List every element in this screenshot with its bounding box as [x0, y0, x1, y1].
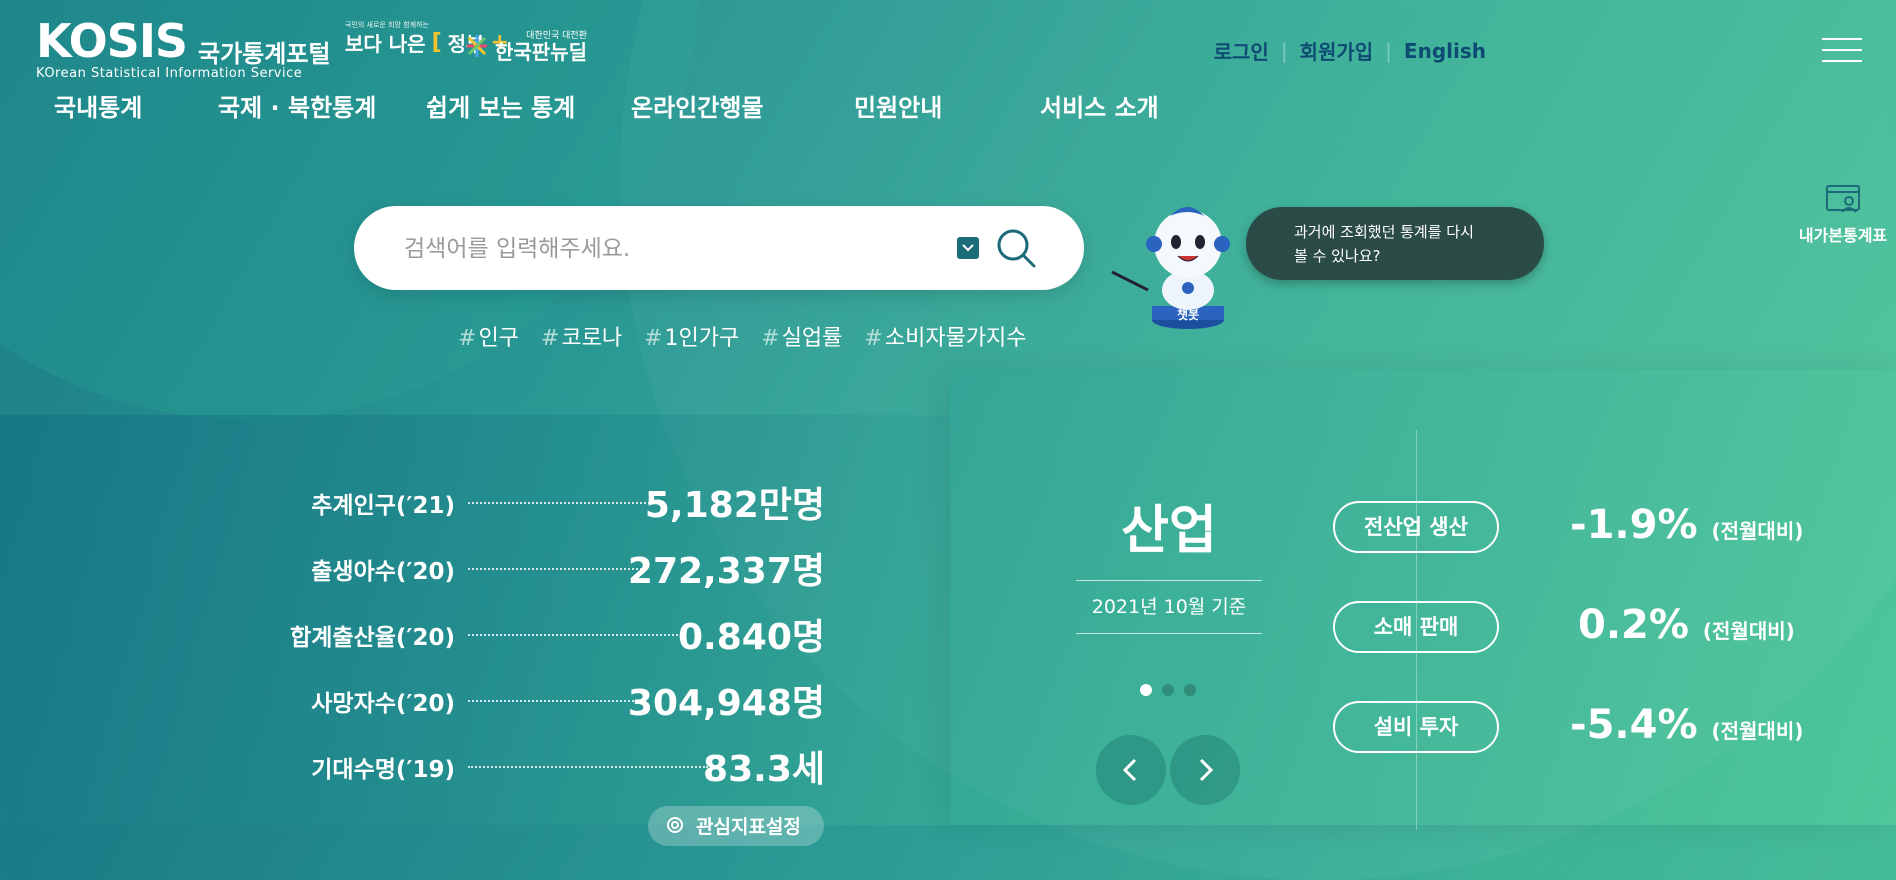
gear-icon [667, 817, 683, 833]
gov-logo-text-a: 보다 나은 [345, 32, 426, 56]
stat-row[interactable]: 추계인구(′21) 5,182만명 [0, 480, 825, 526]
viewed-table-icon [1826, 185, 1860, 213]
slide-dot[interactable] [1184, 684, 1196, 696]
newdeal-mark-icon [467, 34, 487, 57]
chatbot-bubble[interactable]: 과거에 조회했던 통계를 다시 볼 수 있나요? [1246, 207, 1544, 280]
stat-row[interactable]: 출생아수(′20) 272,337명 [0, 546, 825, 592]
search-box [354, 206, 1084, 290]
industry-title: 산업 [1121, 501, 1217, 561]
nav-domestic-stats[interactable]: 국내통계 [54, 88, 142, 123]
bubble-line: 과거에 조회했던 통계를 다시 [1294, 223, 1474, 241]
stat-row[interactable]: 기대수명(′19) 83.3세 [0, 744, 825, 790]
newdeal-logo[interactable]: 대한민국 대전환 한국판뉴딜 [463, 28, 587, 63]
nav-international-stats[interactable]: 국제 · 북한통계 [218, 88, 376, 123]
signup-link[interactable]: 회원가입 [1300, 36, 1374, 65]
stat-dots [468, 634, 686, 636]
login-link[interactable]: 로그인 [1214, 36, 1269, 65]
chatbot-mascot-icon[interactable]: 챗봇 [1108, 202, 1238, 332]
slide-dot[interactable] [1162, 684, 1174, 696]
logo-korean: 국가통계포털 [198, 40, 331, 68]
prev-slide-button[interactable] [1096, 735, 1166, 805]
stat-label: 합계출산율(′20) [290, 625, 455, 651]
stat-value: 304,948명 [627, 683, 825, 724]
slide-dot[interactable] [1140, 684, 1152, 696]
stat-value: 83.3세 [703, 749, 825, 790]
next-slide-button[interactable] [1170, 735, 1240, 805]
stat-dots [468, 766, 708, 768]
util-separator: | [1280, 38, 1288, 63]
search-input[interactable] [402, 228, 886, 270]
stat-label: 기대수명(′19) [311, 757, 455, 783]
industry-item-label[interactable]: 전산업 생산 [1333, 501, 1499, 553]
my-viewed-tables[interactable]: 내가본통계표 [1794, 184, 1892, 246]
english-link[interactable]: English [1404, 39, 1486, 63]
stat-dots [468, 502, 654, 504]
stat-row[interactable]: 합계출산율(′20) 0.840명 [0, 612, 825, 658]
chevron-left-icon [1122, 758, 1137, 782]
search-dropdown-button[interactable] [957, 237, 979, 259]
nav-online-publications[interactable]: 온라인간행물 [631, 88, 763, 123]
kosis-logo[interactable]: KOSIS 국가통계포털 KOrean Statistical Informat… [36, 18, 330, 81]
interest-settings-label: 관심지표설정 [696, 816, 801, 838]
slide-pagination [1140, 684, 1196, 696]
stat-label: 출생아수(′20) [311, 559, 455, 585]
stat-value: 272,337명 [627, 551, 825, 592]
industry-date: 2021년 10월 기준 [1076, 580, 1262, 634]
my-viewed-tables-label: 내가본통계표 [1798, 226, 1888, 245]
stat-value: 5,182만명 [644, 485, 825, 526]
tag-item[interactable]: #코로나 [541, 320, 622, 352]
nav-civil-service[interactable]: 민원안내 [854, 88, 942, 123]
tag-item[interactable]: #소비자물가지수 [864, 320, 1026, 352]
stat-dots [468, 568, 646, 570]
util-separator: | [1385, 38, 1392, 63]
stat-value: 0.840명 [678, 617, 825, 658]
industry-item-label[interactable]: 소매 판매 [1333, 601, 1499, 653]
stat-label: 추계인구(′21) [311, 493, 455, 519]
industry-item-value: 0.2% (전월대비) [1578, 602, 1795, 648]
chevron-down-icon [962, 244, 974, 252]
industry-item-value: -1.9% (전월대비) [1570, 502, 1804, 548]
tag-item[interactable]: #인구 [458, 320, 519, 352]
stat-row[interactable]: 사망자수(′20) 304,948명 [0, 678, 825, 724]
industry-item-value: -5.4% (전월대비) [1570, 702, 1804, 748]
chevron-right-icon [1199, 758, 1214, 782]
tag-item[interactable]: #실업률 [761, 320, 842, 352]
menu-icon[interactable] [1822, 38, 1862, 64]
utility-nav: 로그인 | 회원가입 | English [1214, 36, 1486, 65]
interest-settings-button[interactable]: 관심지표설정 [648, 806, 824, 846]
newdeal-text: 한국판뉴딜 [495, 40, 587, 64]
gov-logo-bracket: [ [431, 30, 442, 55]
nav-easy-stats[interactable]: 쉽게 보는 통계 [426, 88, 575, 123]
bubble-line: 볼 수 있나요? [1294, 247, 1381, 265]
stat-label: 사망자수(′20) [311, 691, 455, 717]
industry-item-label[interactable]: 설비 투자 [1333, 701, 1499, 753]
nav-service-intro[interactable]: 서비스 소개 [1040, 88, 1159, 123]
gov-logo-small: 국민의 새로운 희망 함께하는 [345, 21, 429, 29]
search-icon[interactable] [994, 226, 1038, 270]
popular-tags: #인구 #코로나 #1인가구 #실업률 #소비자물가지수 [458, 320, 1027, 352]
stat-dots [468, 700, 646, 702]
tag-item[interactable]: #1인가구 [644, 320, 739, 352]
